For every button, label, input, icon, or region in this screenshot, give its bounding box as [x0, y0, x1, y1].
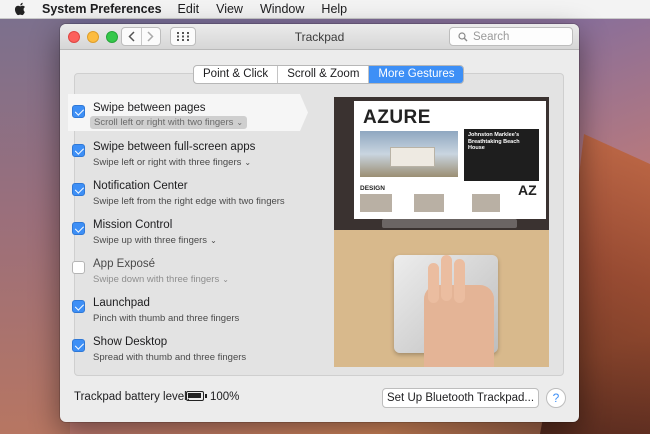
option-title: Notification Center	[93, 180, 188, 192]
checkbox-launchpad[interactable]	[72, 300, 85, 313]
option-app-expose[interactable]: App Exposé Swipe down with three fingers…	[72, 253, 302, 289]
option-notification-center[interactable]: Notification Center Swipe left from the …	[72, 175, 302, 211]
preview-site-title: AZURE	[363, 107, 431, 128]
option-gesture-popup[interactable]: Scroll left or right with two fingers ⌄	[90, 116, 248, 129]
preview-hand	[424, 255, 494, 367]
option-title: Swipe between full-screen apps	[93, 141, 256, 153]
option-gesture-popup[interactable]: Swipe up with three fingers ⌄	[93, 235, 217, 246]
preview-finger	[441, 255, 452, 301]
preview-thumbnail	[360, 194, 392, 212]
option-title: Mission Control	[93, 219, 173, 231]
option-title: Show Desktop	[93, 336, 168, 348]
option-subtitle: Swipe left from the right edge with two …	[93, 196, 285, 207]
option-launchpad[interactable]: Launchpad Pinch with thumb and three fin…	[72, 292, 302, 328]
preview-finger	[454, 259, 465, 303]
menu-help[interactable]: Help	[321, 2, 347, 16]
checkbox-swipe-between-pages[interactable]	[72, 105, 85, 118]
preview-webpage: AZURE Johnston Marklee's Breathtaking Be…	[354, 101, 546, 219]
preview-thumbnail	[472, 194, 500, 212]
option-subtitle: Swipe left or right with three fingers	[93, 157, 242, 168]
search-placeholder: Search	[473, 30, 510, 43]
menu-window[interactable]: Window	[260, 2, 304, 16]
preview-headline-box: Johnston Marklee's Breathtaking Beach Ho…	[464, 129, 539, 181]
tab-point-click[interactable]: Point & Click	[194, 66, 279, 83]
tab-scroll-zoom[interactable]: Scroll & Zoom	[278, 66, 370, 83]
trackpad-window: Trackpad Search Point & Click Scroll & Z…	[60, 24, 579, 422]
option-subtitle: Swipe down with three fingers	[93, 274, 220, 285]
preview-house-shape	[390, 147, 435, 167]
option-mission-control[interactable]: Mission Control Swipe up with three fing…	[72, 214, 302, 250]
chevron-down-icon: ⌄	[244, 158, 252, 167]
option-subtitle: Swipe up with three fingers	[93, 235, 208, 246]
menu-view[interactable]: View	[216, 2, 243, 16]
option-swipe-full-screen-apps[interactable]: Swipe between full-screen apps Swipe lef…	[72, 136, 302, 172]
option-subtitle: Pinch with thumb and three fingers	[93, 313, 240, 324]
search-icon	[458, 31, 468, 41]
help-button[interactable]: ?	[546, 388, 566, 408]
option-gesture-popup[interactable]: Swipe down with three fingers ⌄	[93, 274, 229, 285]
preview-thumbnail	[414, 194, 444, 212]
preview-badge: AZ	[518, 182, 537, 198]
preview-screen: AZURE Johnston Marklee's Breathtaking Be…	[334, 97, 549, 230]
menu-bar: System Preferences Edit View Window Help	[0, 0, 650, 19]
option-subtitle: Spread with thumb and three fingers	[93, 352, 247, 363]
chevron-down-icon: ⌄	[210, 236, 217, 245]
preview-headline: Johnston Marklee's Breathtaking Beach Ho…	[468, 132, 520, 151]
checkbox-show-desktop[interactable]	[72, 339, 85, 352]
option-swipe-between-pages[interactable]: Swipe between pages Scroll left or right…	[72, 97, 302, 133]
menu-app-name[interactable]: System Preferences	[42, 2, 162, 16]
checkbox-app-expose[interactable]	[72, 261, 85, 274]
preview-finger	[428, 263, 439, 303]
checkbox-swipe-full-screen-apps[interactable]	[72, 144, 85, 157]
option-title: Swipe between pages	[93, 102, 206, 114]
battery-fill	[188, 393, 201, 398]
preview-hero-image	[360, 131, 458, 177]
preview-section-label: DESIGN	[360, 185, 385, 192]
option-subtitle: Scroll left or right with two fingers	[94, 117, 234, 128]
setup-bluetooth-trackpad-button[interactable]: Set Up Bluetooth Trackpad...	[382, 388, 539, 408]
battery-label: Trackpad battery level:	[74, 391, 190, 403]
option-title: Launchpad	[93, 297, 150, 309]
option-show-desktop[interactable]: Show Desktop Spread with thumb and three…	[72, 331, 302, 367]
title-bar: Trackpad Search	[60, 24, 579, 50]
chevron-down-icon: ⌄	[236, 118, 244, 127]
option-title: App Exposé	[93, 258, 156, 270]
search-field[interactable]: Search	[449, 27, 573, 46]
checkbox-notification-center[interactable]	[72, 183, 85, 196]
preview-dock	[382, 219, 517, 228]
chevron-down-icon: ⌄	[222, 275, 229, 284]
gesture-preview-video: AZURE Johnston Marklee's Breathtaking Be…	[334, 97, 549, 367]
battery-icon	[186, 391, 207, 401]
checkbox-mission-control[interactable]	[72, 222, 85, 235]
apple-menu-icon[interactable]	[14, 2, 26, 16]
menu-edit[interactable]: Edit	[178, 2, 200, 16]
option-gesture-popup[interactable]: Swipe left or right with three fingers ⌄	[93, 157, 251, 168]
battery-percent: 100%	[210, 391, 240, 403]
tab-bar: Point & Click Scroll & Zoom More Gesture…	[193, 65, 465, 84]
tab-more-gestures[interactable]: More Gestures	[369, 66, 464, 83]
